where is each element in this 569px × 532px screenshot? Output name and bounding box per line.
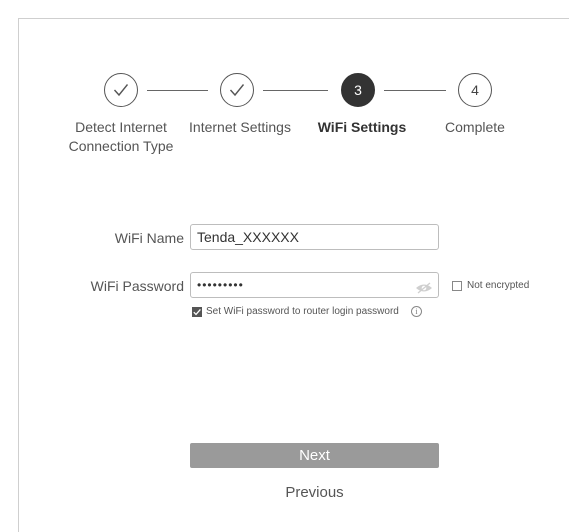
hide-password-eye-icon[interactable] — [415, 281, 433, 294]
sync-password-label: Set WiFi password to router login passwo… — [206, 306, 399, 317]
info-icon[interactable]: i — [411, 306, 422, 317]
step-3-label: WiFi Settings — [304, 118, 420, 137]
step-3-label-line1: WiFi Settings — [317, 119, 407, 135]
step-2-label-line1: Internet Settings — [189, 119, 291, 135]
wifi-name-label: WiFi Name — [114, 230, 184, 246]
wifi-password-input[interactable] — [190, 272, 439, 298]
checkmark-icon — [193, 308, 201, 316]
not-encrypted-label: Not encrypted — [467, 280, 530, 291]
step-4-label-line1: Complete — [445, 119, 505, 135]
step-2-label: Internet Settings — [180, 118, 300, 137]
sync-password-checkbox[interactable] — [192, 307, 202, 317]
step-4-number: 4 — [471, 82, 479, 98]
step-connector — [147, 90, 208, 91]
not-encrypted-checkbox[interactable] — [452, 281, 462, 291]
step-4-circle: 4 — [458, 73, 492, 107]
step-3-circle: 3 — [341, 73, 375, 107]
wifi-password-label: WiFi Password — [90, 278, 184, 294]
step-1-check-icon — [104, 73, 138, 107]
step-connector — [384, 90, 446, 91]
step-4-label: Complete — [435, 118, 515, 137]
step-1-label-line2: Connection Type — [68, 138, 174, 154]
step-3-number: 3 — [354, 82, 362, 98]
previous-link[interactable]: Previous — [190, 484, 439, 501]
step-2-check-icon — [220, 73, 254, 107]
wifi-name-input[interactable] — [190, 224, 439, 250]
step-1-label: Detect Internet Connection Type — [62, 118, 180, 156]
next-button[interactable]: Next — [190, 443, 439, 468]
step-1-label-line1: Detect Internet — [75, 119, 167, 135]
step-connector — [263, 90, 328, 91]
